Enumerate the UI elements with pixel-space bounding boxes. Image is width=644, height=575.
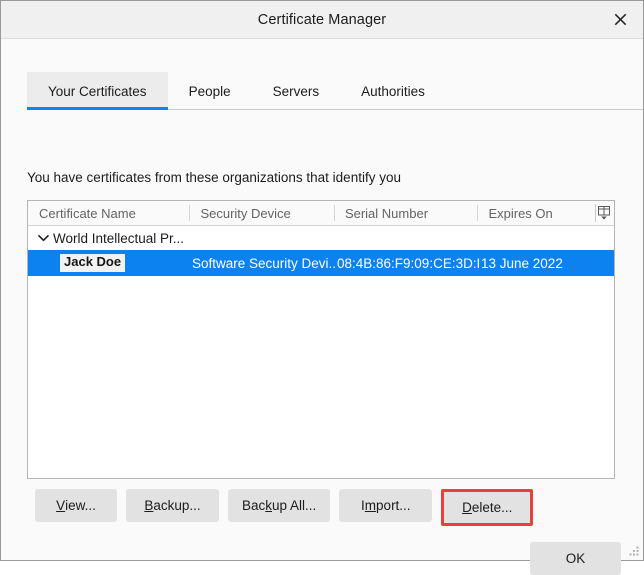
cell-security-device: Software Security Devi... — [190, 256, 335, 271]
btn-accel: D — [462, 500, 472, 515]
tabs-row: Your Certificates People Servers Authori… — [27, 72, 643, 110]
tab-label: Servers — [273, 84, 320, 99]
view-button[interactable]: View... — [35, 489, 117, 522]
import-button[interactable]: Import... — [339, 489, 432, 522]
column-header-security-device[interactable]: Security Device — [189, 201, 334, 225]
btn-accel: B — [144, 498, 153, 513]
resize-grip-icon[interactable] — [628, 545, 640, 557]
table-group-row[interactable]: World Intellectual Pr... — [28, 226, 614, 250]
dialog-body: Your Certificates People Servers Authori… — [1, 39, 643, 560]
table-columns-icon[interactable] — [595, 201, 614, 225]
chevron-down-icon[interactable] — [36, 234, 50, 242]
window-title: Certificate Manager — [258, 12, 386, 28]
column-header-expires-on[interactable]: Expires On — [477, 201, 595, 225]
btn-pre: Bac — [242, 498, 265, 513]
btn-accel: m — [365, 498, 376, 513]
description-text: You have certificates from these organiz… — [27, 170, 401, 185]
tab-your-certificates[interactable]: Your Certificates — [27, 72, 168, 110]
cell-expires-on: 13 June 2022 — [479, 256, 597, 271]
tab-label: Authorities — [361, 84, 425, 99]
btn-accel: V — [56, 498, 65, 513]
certificate-manager-window: Certificate Manager Your Certificates Pe… — [0, 0, 644, 561]
tab-label: People — [189, 84, 231, 99]
tab-people[interactable]: People — [168, 72, 252, 110]
column-header-label: Serial Number — [345, 206, 428, 221]
table-row[interactable]: Jack Doe Software Security Devi... 08:4B… — [28, 250, 614, 276]
delete-button[interactable]: Delete... — [444, 492, 530, 523]
column-header-label: Expires On — [488, 206, 552, 221]
certificate-name-value: Jack Doe — [60, 254, 125, 272]
backup-button[interactable]: Backup... — [126, 489, 219, 522]
tab-servers[interactable]: Servers — [252, 72, 341, 110]
column-header-label: Security Device — [200, 206, 290, 221]
group-label: World Intellectual Pr... — [53, 231, 184, 246]
table-header-row: Certificate Name Security Device Serial … — [28, 201, 614, 226]
btn-post: port... — [376, 498, 411, 513]
btn-post: iew... — [65, 498, 96, 513]
column-header-serial-number[interactable]: Serial Number — [334, 201, 478, 225]
column-header-certificate-name[interactable]: Certificate Name — [28, 201, 189, 225]
tab-label: Your Certificates — [48, 84, 147, 99]
chevron-down-glyph — [38, 234, 49, 242]
cell-serial-number: 08:4B:86:F9:09:CE:3D:F... — [335, 256, 479, 271]
delete-button-highlight: Delete... — [441, 489, 533, 526]
certificates-table: Certificate Name Security Device Serial … — [27, 200, 615, 479]
btn-post: ackup... — [153, 498, 200, 513]
tab-authorities[interactable]: Authorities — [340, 72, 446, 110]
cell-certificate-name: Jack Doe — [28, 254, 190, 272]
column-header-label: Certificate Name — [39, 206, 136, 221]
table-columns-glyph — [598, 206, 611, 220]
close-icon[interactable] — [598, 1, 643, 37]
backup-all-button[interactable]: Backup All... — [228, 489, 330, 522]
btn-post: up All... — [272, 498, 316, 513]
tab-bar: Your Certificates People Servers Authori… — [27, 72, 643, 112]
btn-post: elete... — [472, 500, 513, 515]
action-button-row: View... Backup... Backup All... Import..… — [35, 489, 533, 526]
close-glyph — [614, 13, 627, 26]
btn-accel: k — [265, 498, 272, 513]
ok-button[interactable]: OK — [530, 542, 621, 575]
title-bar: Certificate Manager — [1, 1, 643, 39]
